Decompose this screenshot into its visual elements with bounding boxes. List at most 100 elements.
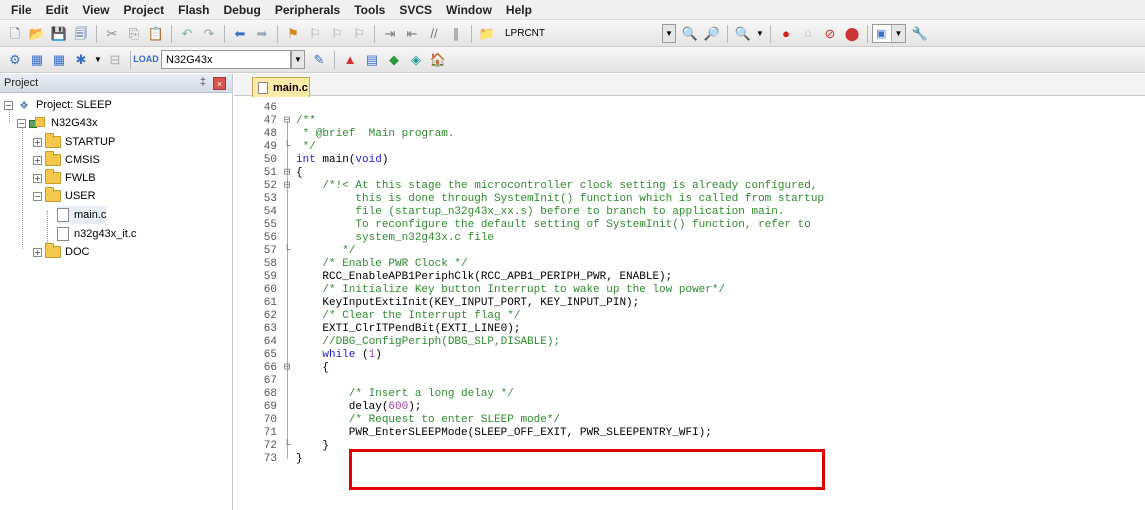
indent-icon[interactable]: ⇥ <box>380 24 400 44</box>
find-combo[interactable]: LPRCNT <box>502 24 662 43</box>
stop-build-icon[interactable]: ⊟ <box>105 50 125 70</box>
code-line[interactable]: 64 //DBG_ConfigPeriph(DBG_SLP,DISABLE); <box>234 336 1145 349</box>
menu-project[interactable]: Project <box>116 0 171 20</box>
download-icon[interactable]: LOAD <box>133 50 159 70</box>
disable-breakpoint-icon[interactable]: ○ <box>798 24 818 44</box>
code-line[interactable]: 56 system_n32g43x.c file <box>234 232 1145 245</box>
prev-bookmark-icon[interactable]: ⚐ <box>305 24 325 44</box>
cut-icon[interactable]: ✂ <box>102 24 122 44</box>
expand-icon[interactable]: + <box>33 155 42 165</box>
bookmark-icon[interactable]: ⚑ <box>283 24 303 44</box>
undo-icon[interactable]: ↶ <box>177 24 197 44</box>
clear-bookmarks-icon[interactable]: ⚐ <box>349 24 369 44</box>
menu-edit[interactable]: Edit <box>39 0 76 20</box>
select-packs-icon[interactable]: ▤ <box>362 50 382 70</box>
find-in-files-icon[interactable]: 📁 <box>477 24 497 44</box>
find-icon[interactable]: 🔍 <box>680 24 700 44</box>
code-line[interactable]: 65 while (1) <box>234 349 1145 362</box>
code-line[interactable]: 53 this is done through SystemInit() fun… <box>234 193 1145 206</box>
nav-forward-icon[interactable]: ➡ <box>252 24 272 44</box>
fold-marker-icon[interactable]: ⊟ <box>282 362 292 375</box>
pin-icon[interactable]: ‡ <box>200 76 206 88</box>
next-bookmark-icon[interactable]: ⚐ <box>327 24 347 44</box>
menu-tools[interactable]: Tools <box>347 0 392 20</box>
run-time-env-icon[interactable]: ◈ <box>406 50 426 70</box>
tree-item-file-main[interactable]: main.c <box>57 206 107 224</box>
build-icon[interactable]: ▦ <box>27 50 47 70</box>
code-line[interactable]: 52 ⊟ /*!< At this stage the microcontroll… <box>234 180 1145 193</box>
code-line[interactable]: 66 ⊟ { <box>234 362 1145 375</box>
target-options-icon[interactable]: ✎ <box>309 50 329 70</box>
pack-installer-icon[interactable]: ◆ <box>384 50 404 70</box>
code-line[interactable]: 46 <box>234 102 1145 115</box>
code-line[interactable]: 60 /* Initialize Key button Interrupt to… <box>234 284 1145 297</box>
menu-window[interactable]: Window <box>439 0 499 20</box>
kill-breakpoints-icon[interactable]: ⊘ <box>820 24 840 44</box>
code-line[interactable]: 58 /* Enable PWR Clock */ <box>234 258 1145 271</box>
menu-help[interactable]: Help <box>499 0 539 20</box>
window-layout-combo[interactable]: ▣ ▼ <box>872 24 906 43</box>
incremental-find-icon[interactable]: 🔎 <box>702 24 722 44</box>
code-line[interactable]: 54 file (startup_n32g43x_xx.s) before to… <box>234 206 1145 219</box>
translate-icon[interactable]: ⚙ <box>5 50 25 70</box>
menu-debug[interactable]: Debug <box>217 0 268 20</box>
save-all-icon[interactable]: 🗐 <box>71 24 91 44</box>
code-line[interactable]: 68 /* Insert a long delay */ <box>234 388 1145 401</box>
code-line[interactable]: 63 EXTI_ClrITPendBit(EXTI_LINE0); <box>234 323 1145 336</box>
menu-flash[interactable]: Flash <box>171 0 216 20</box>
code-line[interactable]: 47 ⊟ /** <box>234 115 1145 128</box>
save-icon[interactable]: 💾 <box>49 24 69 44</box>
close-icon[interactable]: × <box>213 77 226 90</box>
tree-item-file-it[interactable]: n32g43x_it.c <box>57 225 136 243</box>
tree-item-group-cmsis[interactable]: + CMSIS <box>33 151 100 169</box>
menu-view[interactable]: View <box>75 0 116 20</box>
code-line[interactable]: 50 int main(void) <box>234 154 1145 167</box>
tree-item-group-doc[interactable]: + DOC <box>33 243 89 261</box>
manage-components-icon[interactable]: ▲ <box>340 50 360 70</box>
expand-icon[interactable]: + <box>33 173 42 183</box>
clear-breakpoints-icon[interactable]: ⬤ <box>842 24 862 44</box>
code-line[interactable]: 62 /* Clear the Interrupt flag */ <box>234 310 1145 323</box>
expand-icon[interactable]: + <box>33 137 42 147</box>
rebuild-icon[interactable]: ▦ <box>49 50 69 70</box>
open-folder-icon[interactable]: 📂 <box>27 24 47 44</box>
code-line[interactable]: 51 ⊟ { <box>234 167 1145 180</box>
nav-back-icon[interactable]: ⬅ <box>230 24 250 44</box>
code-line[interactable]: 70 /* Request to enter SLEEP mode*/ <box>234 414 1145 427</box>
code-line[interactable]: 61 KeyInputExtiInit(KEY_INPUT_PORT, KEY_… <box>234 297 1145 310</box>
code-line[interactable]: 48 * @brief Main program. <box>234 128 1145 141</box>
fold-marker-icon[interactable]: ⊟ <box>282 180 292 193</box>
tree-item-target[interactable]: − N32G43x <box>17 114 97 132</box>
code-line[interactable]: 59 RCC_EnableAPB1PeriphClk(RCC_APB1_PERI… <box>234 271 1145 284</box>
unindent-icon[interactable]: ⇤ <box>402 24 422 44</box>
menu-peripherals[interactable]: Peripherals <box>268 0 347 20</box>
new-file-icon[interactable]: 🗋 <box>5 24 25 44</box>
find-dropdown[interactable]: ▼ <box>662 24 676 43</box>
books-icon[interactable]: 🏠 <box>428 50 448 70</box>
tab-main-c[interactable]: main.c <box>252 77 310 97</box>
comment-icon[interactable]: // <box>424 24 444 44</box>
tree-item-project[interactable]: − ❖ Project: SLEEP <box>4 96 112 114</box>
code-line[interactable]: 55 To reconfigure the default setting of… <box>234 219 1145 232</box>
code-line[interactable]: 67 <box>234 375 1145 388</box>
collapse-icon[interactable]: − <box>17 118 26 128</box>
configure-icon[interactable]: 🔧 <box>910 24 930 44</box>
uncomment-icon[interactable]: ∥ <box>446 24 466 44</box>
menu-svcs[interactable]: SVCS <box>392 0 439 20</box>
code-line[interactable]: 71 PWR_EnterSLEEPMode(SLEEP_OFF_EXIT, PW… <box>234 427 1145 440</box>
tree-item-group-fwlb[interactable]: + FWLB <box>33 169 96 187</box>
code-line[interactable]: 57 └ */ <box>234 245 1145 258</box>
breakpoint-icon[interactable]: ● <box>776 24 796 44</box>
code-line[interactable]: 69 delay(600); <box>234 401 1145 414</box>
code-line[interactable]: 49 └ */ <box>234 141 1145 154</box>
menu-file[interactable]: File <box>4 0 39 20</box>
copy-icon[interactable]: ⎘ <box>124 24 144 44</box>
tree-item-group-user[interactable]: − USER <box>33 187 96 205</box>
target-select[interactable]: N32G43x <box>161 50 291 69</box>
collapse-icon[interactable]: − <box>33 191 42 201</box>
expand-icon[interactable]: + <box>33 247 42 257</box>
target-dropdown[interactable]: ▼ <box>291 50 305 69</box>
debug-dropdown-icon[interactable]: ▼ <box>755 24 765 44</box>
paste-icon[interactable]: 📋 <box>146 24 166 44</box>
fold-marker-icon[interactable]: ⊟ <box>282 167 292 180</box>
